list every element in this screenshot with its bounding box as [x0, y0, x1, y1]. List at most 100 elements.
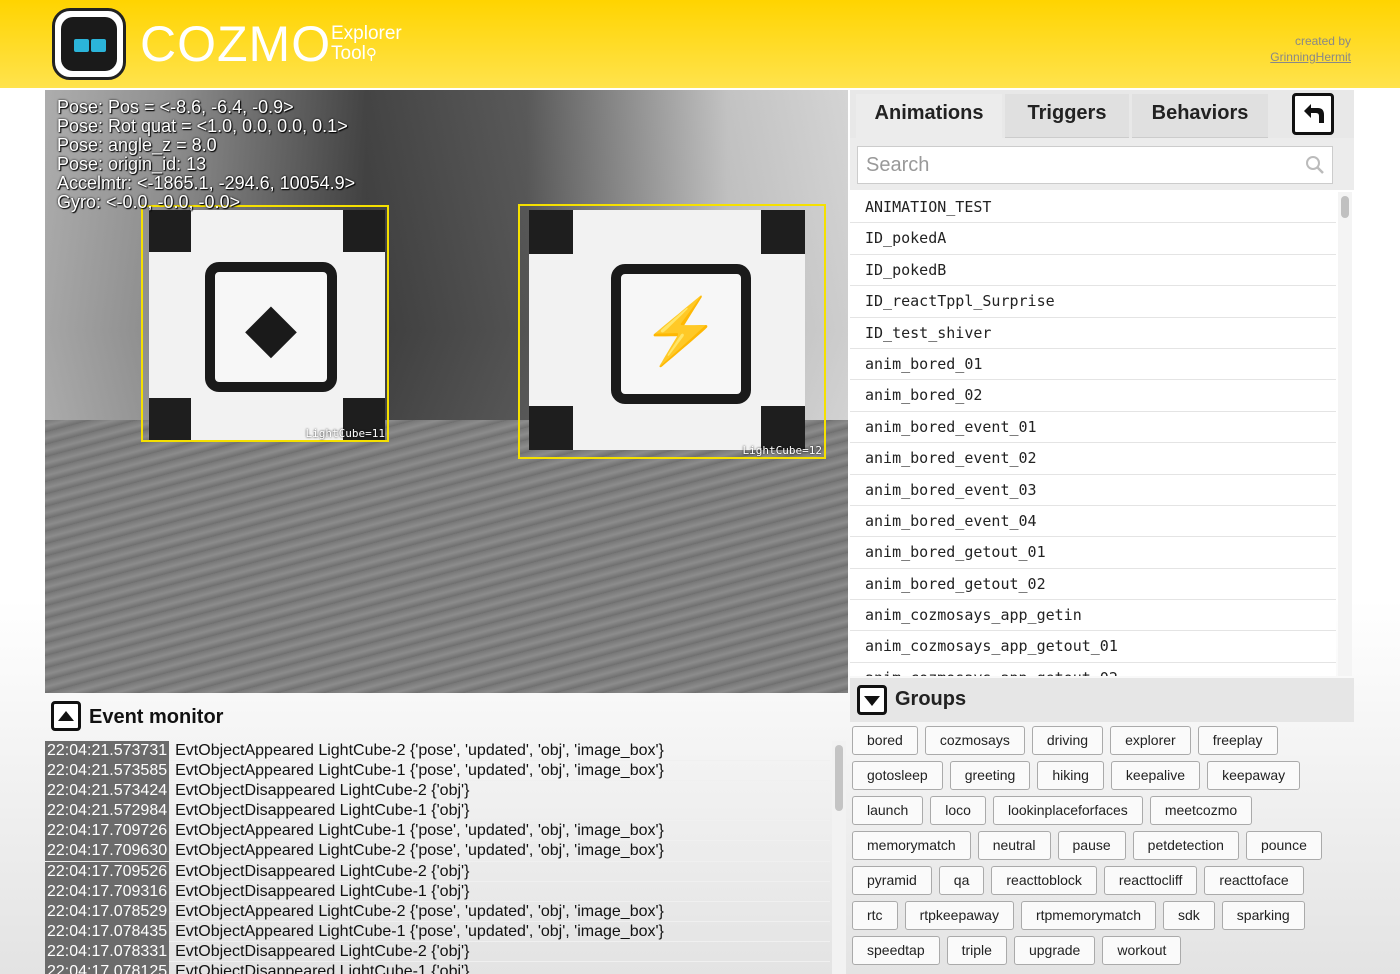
animation-list-item[interactable]: anim_bored_02: [850, 380, 1336, 412]
back-button[interactable]: [1292, 93, 1334, 135]
group-chip[interactable]: pounce: [1245, 831, 1322, 860]
event-text: EvtObjectDisappeared LightCube-1 {'obj'}: [175, 882, 470, 900]
animation-list-item[interactable]: anim_bored_event_02: [850, 443, 1336, 475]
event-row: 22:04:21.572984 EvtObjectDisappeared Ligh…: [45, 801, 830, 822]
event-log-scrollbar[interactable]: [832, 741, 846, 974]
pose-position: Pose: Pos = <-8.6, -6.4, -0.9>: [57, 97, 294, 117]
animation-list-item[interactable]: anim_bored_getout_01: [850, 537, 1336, 569]
event-row: 22:04:17.078435 EvtObjectAppeared LightCu…: [45, 921, 830, 942]
group-chip[interactable]: lookinplaceforfaces: [992, 796, 1143, 825]
animation-list-item[interactable]: ID_pokedA: [850, 223, 1336, 255]
group-chip[interactable]: rtc: [852, 901, 898, 930]
event-timestamp: 22:04:17.078529: [45, 901, 170, 922]
search-input[interactable]: [857, 146, 1333, 184]
group-chip[interactable]: cozmosays: [924, 726, 1025, 755]
triangle-down-icon: [864, 696, 880, 706]
tab-animations[interactable]: Animations: [856, 94, 1002, 138]
object-bounding-box: LightCube=12: [518, 204, 826, 459]
group-chip[interactable]: keepalive: [1110, 761, 1201, 790]
animation-list-item[interactable]: anim_bored_getout_02: [850, 569, 1336, 601]
group-chip[interactable]: reacttoblock: [991, 866, 1097, 895]
tab-behaviors[interactable]: Behaviors: [1132, 94, 1268, 138]
accelerometer-readout: Accelmtr: <-1865.1, -294.6, 10054.9>: [57, 173, 356, 193]
group-chip[interactable]: sparking: [1221, 901, 1305, 930]
camera-feed: ◆ ⚡ LightCube=11 LightCube=12 Pose: Pos …: [45, 90, 848, 693]
group-chip[interactable]: greeting: [949, 761, 1031, 790]
group-chip[interactable]: freeplay: [1197, 726, 1278, 755]
event-timestamp: 22:04:21.573731: [45, 741, 170, 761]
group-chip[interactable]: rtpmemorymatch: [1020, 901, 1156, 930]
search-icon[interactable]: [1305, 155, 1325, 175]
animation-list-item[interactable]: ID_test_shiver: [850, 318, 1336, 349]
group-chip[interactable]: petdetection: [1132, 831, 1239, 860]
animation-list-item[interactable]: ID_pokedB: [850, 255, 1336, 287]
group-chip[interactable]: gotosleep: [852, 761, 943, 790]
group-chip[interactable]: launch: [852, 796, 924, 825]
animation-list: ANIMATION_TEST ID_pokedA ID_pokedB ID_react…: [850, 192, 1336, 676]
tab-bar: Animations Triggers Behaviors: [850, 90, 1354, 138]
pose-angle: Pose: angle_z = 8.0: [57, 135, 217, 155]
event-timestamp: 22:04:17.709726: [45, 821, 170, 842]
animation-list-item[interactable]: anim_cozmosays_app_getin: [850, 600, 1336, 632]
tab-triggers[interactable]: Triggers: [1005, 94, 1129, 138]
groups-title: Groups: [895, 688, 967, 710]
event-timestamp: 22:04:21.573585: [45, 761, 170, 782]
group-chip[interactable]: triple: [946, 936, 1007, 965]
group-chip[interactable]: memorymatch: [852, 831, 971, 860]
group-chip[interactable]: reacttocliff: [1103, 866, 1198, 895]
event-text: EvtObjectDisappeared LightCube-1 {'obj'}: [175, 802, 470, 820]
group-chip[interactable]: driving: [1031, 726, 1104, 755]
animation-list-item[interactable]: anim_bored_01: [850, 349, 1336, 381]
group-chip[interactable]: qa: [938, 866, 985, 895]
groups-collapse-button[interactable]: [857, 685, 887, 715]
scrollbar-thumb[interactable]: [1341, 196, 1349, 218]
animation-list-item[interactable]: ID_reactTppl_Surprise: [850, 286, 1336, 318]
animation-list-item[interactable]: anim_bored_event_01: [850, 412, 1336, 444]
event-row: 22:04:17.078125 EvtObjectDisappeared Ligh…: [45, 962, 830, 974]
group-chip[interactable]: speedtap: [852, 936, 940, 965]
group-chip[interactable]: explorer: [1110, 726, 1191, 755]
logo-subtitle-line1: Explorer: [331, 23, 402, 44]
event-log: 22:04:21.573731 EvtObjectAppeared LightCu…: [45, 741, 830, 974]
triangle-up-icon: [58, 711, 74, 721]
event-text: EvtObjectAppeared LightCube-2 {'pose', '…: [175, 902, 664, 920]
group-chip[interactable]: reacttoface: [1204, 866, 1304, 895]
credits: created by GrinningHermit: [1270, 33, 1351, 65]
scrollbar-thumb[interactable]: [835, 745, 843, 811]
event-row: 22:04:17.709526 EvtObjectDisappeared Ligh…: [45, 861, 830, 882]
group-chip[interactable]: pyramid: [852, 866, 932, 895]
group-chip[interactable]: pause: [1057, 831, 1126, 860]
group-chip[interactable]: keepaway: [1207, 761, 1301, 790]
group-chip[interactable]: rtpkeepaway: [904, 901, 1014, 930]
event-row: 22:04:21.573585 EvtObjectAppeared LightCu…: [45, 761, 830, 782]
cozmo-face-icon: [52, 8, 126, 80]
event-monitor-title: Event monitor: [89, 706, 224, 728]
logo-subtitle: Explorer Tool⚲: [331, 24, 402, 65]
group-chip[interactable]: sdk: [1162, 901, 1215, 930]
animation-list-scrollbar[interactable]: [1338, 192, 1352, 676]
animation-list-item[interactable]: anim_bored_event_03: [850, 475, 1336, 506]
event-row: 22:04:21.573424 EvtObjectDisappeared Ligh…: [45, 781, 830, 802]
object-bounding-box: LightCube=11: [141, 205, 389, 442]
group-chip[interactable]: meetcozmo: [1149, 796, 1253, 825]
logo-title: COZMO: [140, 16, 332, 72]
group-chip[interactable]: upgrade: [1013, 936, 1096, 965]
animation-list-item[interactable]: anim_bored_event_04: [850, 506, 1336, 538]
event-timestamp: 22:04:17.078331: [45, 941, 170, 962]
author-link[interactable]: GrinningHermit: [1270, 49, 1351, 65]
event-text: EvtObjectAppeared LightCube-1 {'pose', '…: [175, 922, 664, 940]
group-chip[interactable]: hiking: [1037, 761, 1104, 790]
group-chip[interactable]: bored: [852, 726, 918, 755]
group-chip[interactable]: loco: [930, 796, 986, 825]
search-bar: [850, 138, 1354, 190]
group-chip[interactable]: workout: [1102, 936, 1182, 965]
animation-list-item[interactable]: ANIMATION_TEST: [850, 192, 1336, 224]
event-text: EvtObjectDisappeared LightCube-2 {'obj'}: [175, 862, 470, 880]
gyro-readout: Gyro: <-0.0, -0.0, -0.0>: [57, 192, 241, 212]
event-monitor-toggle-button[interactable]: [51, 701, 81, 731]
event-timestamp: 22:04:17.709526: [45, 861, 170, 882]
animation-list-item[interactable]: anim_cozmosays_app_getout_02: [850, 663, 1336, 676]
animation-list-item[interactable]: anim_cozmosays_app_getout_01: [850, 631, 1336, 663]
group-chip[interactable]: neutral: [977, 831, 1051, 860]
pose-rotation: Pose: Rot quat = <1.0, 0.0, 0.0, 0.1>: [57, 116, 348, 136]
